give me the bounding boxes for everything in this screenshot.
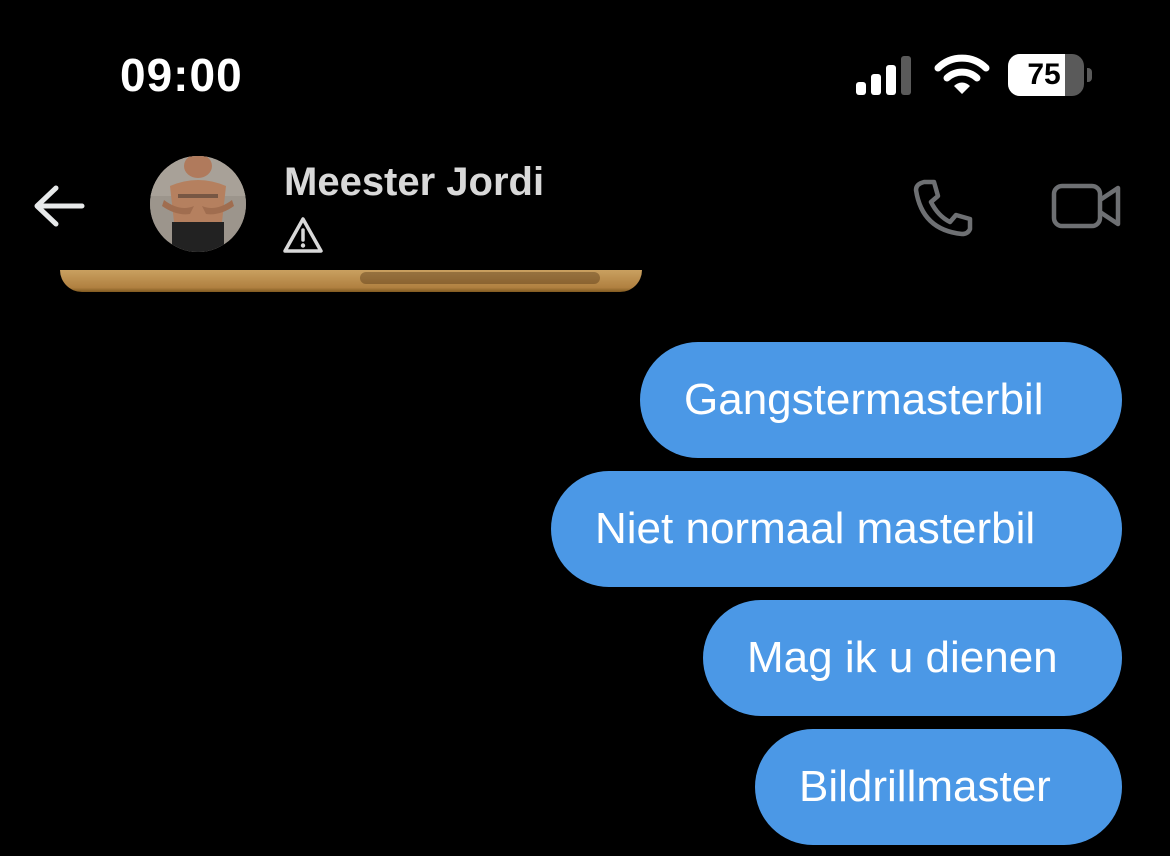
media-attachment-partial[interactable] [60, 270, 642, 292]
sent-message-bubble[interactable]: Gangstermasterbil [640, 342, 1122, 458]
contact-name[interactable]: Meester Jordi [284, 160, 544, 205]
battery-body: 75 [1008, 54, 1084, 96]
back-arrow-icon[interactable] [28, 180, 92, 232]
status-bar: 09:00 75 [0, 0, 1170, 140]
status-time: 09:00 [120, 49, 243, 101]
wifi-icon [934, 54, 990, 94]
battery-level: 75 [1027, 58, 1061, 91]
cellular-signal-icon [856, 56, 911, 95]
battery-indicator: 75 [1008, 54, 1092, 96]
sent-message-bubble[interactable]: Niet normaal masterbil [551, 471, 1122, 587]
phone-icon[interactable] [910, 176, 974, 238]
sent-message-bubble[interactable]: Bildrillmaster [755, 729, 1122, 845]
sent-message-bubble[interactable]: Mag ik u dienen [703, 600, 1122, 716]
avatar[interactable] [150, 156, 246, 252]
avatar-photo [150, 156, 246, 252]
battery-tip [1087, 68, 1092, 82]
conversation-header: Meester Jordi [0, 140, 1170, 270]
video-camera-icon[interactable] [1050, 180, 1124, 232]
warning-triangle-icon[interactable] [282, 216, 324, 254]
